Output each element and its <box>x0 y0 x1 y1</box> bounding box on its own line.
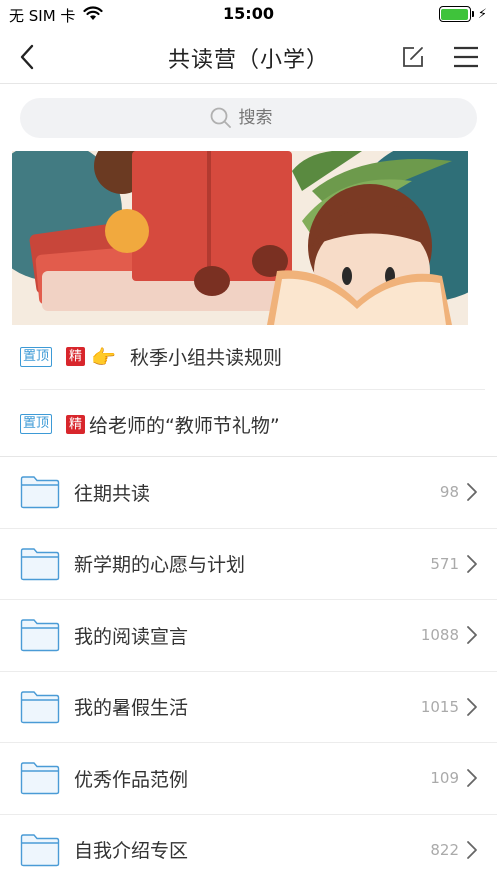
charging-icon: ⚡ <box>477 6 487 22</box>
battery-icon: ⚡ <box>438 6 487 22</box>
folder-icon <box>20 834 60 866</box>
chevron-right-icon <box>467 769 477 788</box>
folder-item[interactable]: 新学期的心愿与计划 571 <box>0 529 497 600</box>
search-box[interactable] <box>20 98 477 138</box>
clock: 15:00 <box>223 4 274 23</box>
folder-name: 自我介绍专区 <box>74 840 189 863</box>
search-icon <box>210 107 231 128</box>
menu-icon <box>454 46 478 68</box>
nav-bar: 共读营（小学） <box>0 30 497 84</box>
pinned-tag: 置顶 <box>20 414 53 434</box>
folder-item[interactable]: 我的阅读宣言 1088 <box>0 600 497 672</box>
folder-count: 109 <box>430 769 459 788</box>
folder-count: 1015 <box>420 697 459 716</box>
chevron-right-icon <box>467 626 477 645</box>
chevron-right-icon <box>467 554 477 573</box>
reading-kids-illustration <box>12 151 468 325</box>
folder-count: 1088 <box>420 626 459 645</box>
folder-item[interactable]: 我的暑假生活 1015 <box>0 672 497 743</box>
folder-name: 我的暑假生活 <box>74 697 189 720</box>
elite-tag: 精 <box>66 414 86 434</box>
pointing-hand-icon: 👉 <box>91 344 116 369</box>
folder-icon <box>20 476 60 509</box>
battery-fill <box>441 8 469 20</box>
elite-tag: 精 <box>66 347 86 366</box>
folder-icon <box>20 548 60 580</box>
status-bar: 无 SIM 卡 15:00 ⚡ <box>0 0 497 30</box>
folder-name: 往期共读 <box>74 482 151 505</box>
post-title: 秋季小组共读规则 <box>129 347 282 369</box>
folder-name: 我的阅读宣言 <box>74 625 189 648</box>
pinned-post[interactable]: 置顶 精 👉 秋季小组共读规则 <box>20 324 485 390</box>
folder-count: 571 <box>430 554 459 573</box>
folder-item[interactable]: 自我介绍专区 822 <box>0 815 497 883</box>
folder-item[interactable]: 优秀作品范例 109 <box>0 743 497 815</box>
folder-list: 往期共读 98 新学期的心愿与计划 571 我的阅读宣言 1088 我的暑假生活… <box>0 457 497 883</box>
menu-button[interactable] <box>451 43 481 71</box>
search-input[interactable] <box>238 108 289 128</box>
pinned-tag: 置顶 <box>20 346 53 367</box>
chevron-right-icon <box>467 697 477 716</box>
chevron-right-icon <box>467 840 477 859</box>
folder-icon <box>20 691 60 723</box>
chevron-right-icon <box>467 483 477 502</box>
folder-count: 822 <box>430 840 459 859</box>
edit-icon <box>403 47 423 67</box>
folder-item[interactable]: 往期共读 98 <box>0 457 497 529</box>
folder-icon <box>20 762 60 795</box>
folder-icon <box>20 619 60 652</box>
folder-name: 新学期的心愿与计划 <box>74 554 246 577</box>
post-title: 给老师的“教师节礼物” <box>89 414 280 437</box>
folder-count: 98 <box>439 483 459 502</box>
folder-name: 优秀作品范例 <box>74 768 189 791</box>
edit-button[interactable] <box>399 43 427 71</box>
banner-image[interactable] <box>12 151 468 325</box>
pinned-post[interactable]: 置顶 精 给老师的“教师节礼物” <box>20 391 485 457</box>
